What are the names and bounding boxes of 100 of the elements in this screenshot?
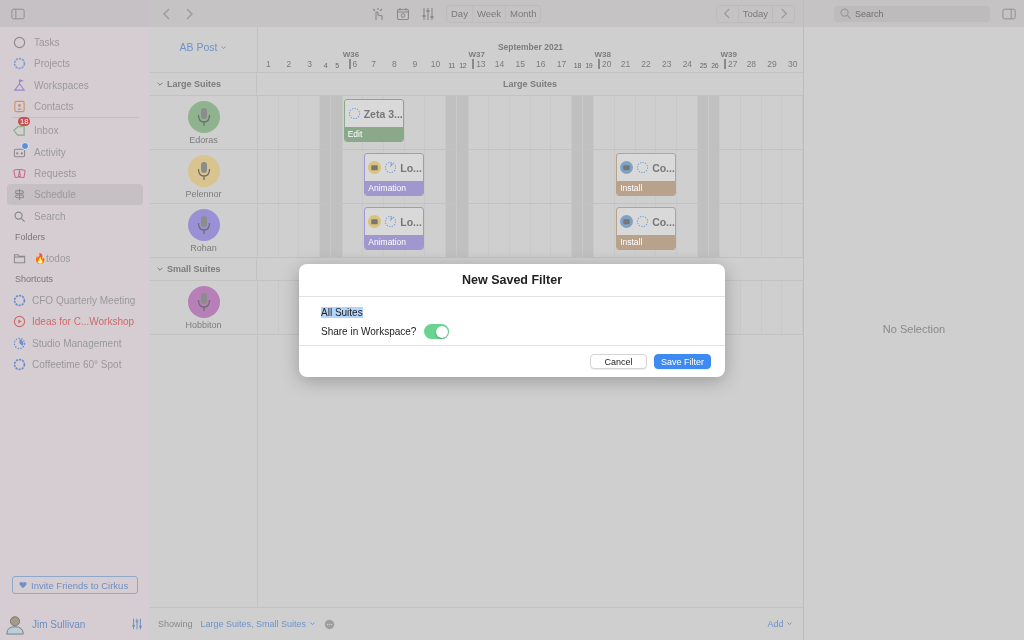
- panel-toggle-icon[interactable]: [1002, 6, 1016, 21]
- dashed-circle-icon: [13, 294, 26, 308]
- day-label: 27: [724, 59, 738, 69]
- filter-name-field[interactable]: All Suites: [321, 305, 703, 319]
- day-label: 24: [682, 59, 693, 69]
- sliders-icon[interactable]: [421, 6, 435, 21]
- event-title: Co...: [652, 215, 675, 228]
- event-card[interactable]: Lo... Animation: [364, 153, 425, 196]
- week-label: W38: [594, 50, 611, 59]
- progress-ring-icon: [13, 336, 26, 350]
- section-heading: Shortcuts: [14, 273, 55, 287]
- search-icon: [13, 209, 26, 223]
- project-picker[interactable]: AB Post: [179, 40, 228, 54]
- day-label: 29: [767, 59, 777, 69]
- microphone-avatar-icon[interactable]: [187, 154, 220, 187]
- chevron-icon: [156, 265, 164, 273]
- view-tab[interactable]: Week: [471, 5, 506, 22]
- shortcut-item[interactable]: Studio Management: [7, 332, 143, 354]
- sidebar-toggle-icon[interactable]: [11, 6, 25, 21]
- sidebar-item[interactable]: Workspaces: [7, 74, 143, 96]
- folder-item[interactable]: 🔥todos: [7, 247, 143, 269]
- event-card[interactable]: Co... Install: [616, 153, 677, 196]
- day-label: 1: [265, 59, 271, 69]
- day-label: 23: [662, 59, 672, 69]
- hand-pointer-icon[interactable]: [371, 6, 385, 21]
- contact-card-icon: [13, 100, 26, 114]
- day-label: 10: [430, 59, 441, 69]
- week-label: W39: [720, 50, 737, 59]
- group-header[interactable]: Small Suites: [150, 258, 257, 280]
- calendar-search-icon[interactable]: [396, 6, 410, 21]
- event-card[interactable]: Zeta 3... Edit: [343, 99, 404, 142]
- event-card[interactable]: Lo... Animation: [364, 207, 425, 250]
- day-label: 9: [412, 59, 418, 69]
- group-header[interactable]: Large Suites: [150, 73, 257, 95]
- dashed-circle-icon: [13, 358, 26, 371]
- chevron-icon: [156, 80, 164, 88]
- event-title: Co...: [652, 161, 675, 174]
- heart-icon: [19, 581, 27, 589]
- day-label: 6: [348, 59, 358, 69]
- search-icon: [839, 7, 852, 20]
- event-title: Zeta 3...: [363, 107, 403, 120]
- empty-state-text: No Selection: [882, 322, 946, 335]
- resource-name: Rohan: [190, 242, 217, 253]
- user-avatar-icon[interactable]: [4, 613, 26, 635]
- microphone-avatar-icon[interactable]: [187, 100, 220, 133]
- day-label: 22: [641, 59, 651, 69]
- tent-icon: [13, 78, 26, 92]
- more-icon[interactable]: [323, 618, 335, 630]
- event-type-label: Install: [617, 181, 676, 195]
- view-tab[interactable]: Month: [505, 5, 541, 22]
- resource-name: Hobbiton: [185, 319, 222, 330]
- chevron-down-icon: [786, 620, 793, 627]
- day-label: 2: [286, 59, 292, 69]
- dialog-title: New Saved Filter: [299, 264, 725, 297]
- sidebar-item[interactable]: Projects: [7, 53, 143, 75]
- event-title: Lo...: [400, 215, 422, 228]
- resource-name: Pelennor: [185, 188, 222, 199]
- day-label: 15: [515, 59, 525, 69]
- group-label: Large Suites: [503, 79, 557, 89]
- day-label: 8: [391, 59, 397, 69]
- event-type-label: Animation: [365, 235, 424, 249]
- week-label: W37: [468, 50, 485, 59]
- month-title: September 2021: [496, 42, 565, 52]
- section-heading: Folders: [14, 231, 46, 245]
- sidebar-item[interactable]: Search: [7, 205, 143, 227]
- shortcut-item[interactable]: CFO Quarterly Meeting: [7, 289, 143, 312]
- sidebar-item[interactable]: Activity: [7, 141, 143, 163]
- share-label: Share in Workspace?: [321, 326, 417, 337]
- event-title: Lo...: [400, 161, 422, 174]
- showing-label: Showing: [158, 619, 193, 629]
- circle-icon: [13, 36, 26, 50]
- sidebar-item[interactable]: Requests: [7, 162, 143, 185]
- day-label: 28: [746, 59, 757, 69]
- microphone-avatar-icon[interactable]: [187, 285, 220, 318]
- folder-icon: [13, 251, 26, 265]
- user-name[interactable]: Jim Sullivan: [32, 618, 125, 630]
- save-filter-button[interactable]: Save Filter: [654, 354, 711, 369]
- cards-icon: [13, 166, 26, 180]
- sliders-icon[interactable]: [131, 618, 143, 630]
- sidebar-item[interactable]: Contacts: [7, 95, 143, 118]
- event-card[interactable]: Co... Install: [616, 207, 677, 250]
- microphone-avatar-icon[interactable]: [187, 208, 220, 241]
- shortcut-item[interactable]: Ideas for C...Workshop: [7, 311, 143, 333]
- add-button[interactable]: Add: [767, 619, 793, 629]
- day-label: 21: [620, 59, 631, 69]
- event-type-label: Animation: [365, 181, 424, 195]
- tray-icon: [13, 124, 26, 138]
- day-label: 20: [598, 59, 612, 69]
- play-circle-icon: [13, 315, 26, 329]
- day-label: 3: [307, 59, 312, 69]
- filter-picker[interactable]: Large Suites, Small Suites: [200, 619, 316, 629]
- day-label: 16: [536, 59, 546, 69]
- view-tab[interactable]: Day: [447, 5, 472, 22]
- share-toggle[interactable]: [424, 324, 450, 339]
- day-label: 30: [787, 59, 798, 69]
- cancel-button[interactable]: Cancel: [590, 354, 647, 369]
- day-label: 14: [494, 59, 505, 69]
- chevron-down-icon: [220, 44, 228, 51]
- search-field[interactable]: Search: [834, 5, 990, 22]
- invite-button[interactable]: Invite Friends to Cirkus: [12, 576, 138, 594]
